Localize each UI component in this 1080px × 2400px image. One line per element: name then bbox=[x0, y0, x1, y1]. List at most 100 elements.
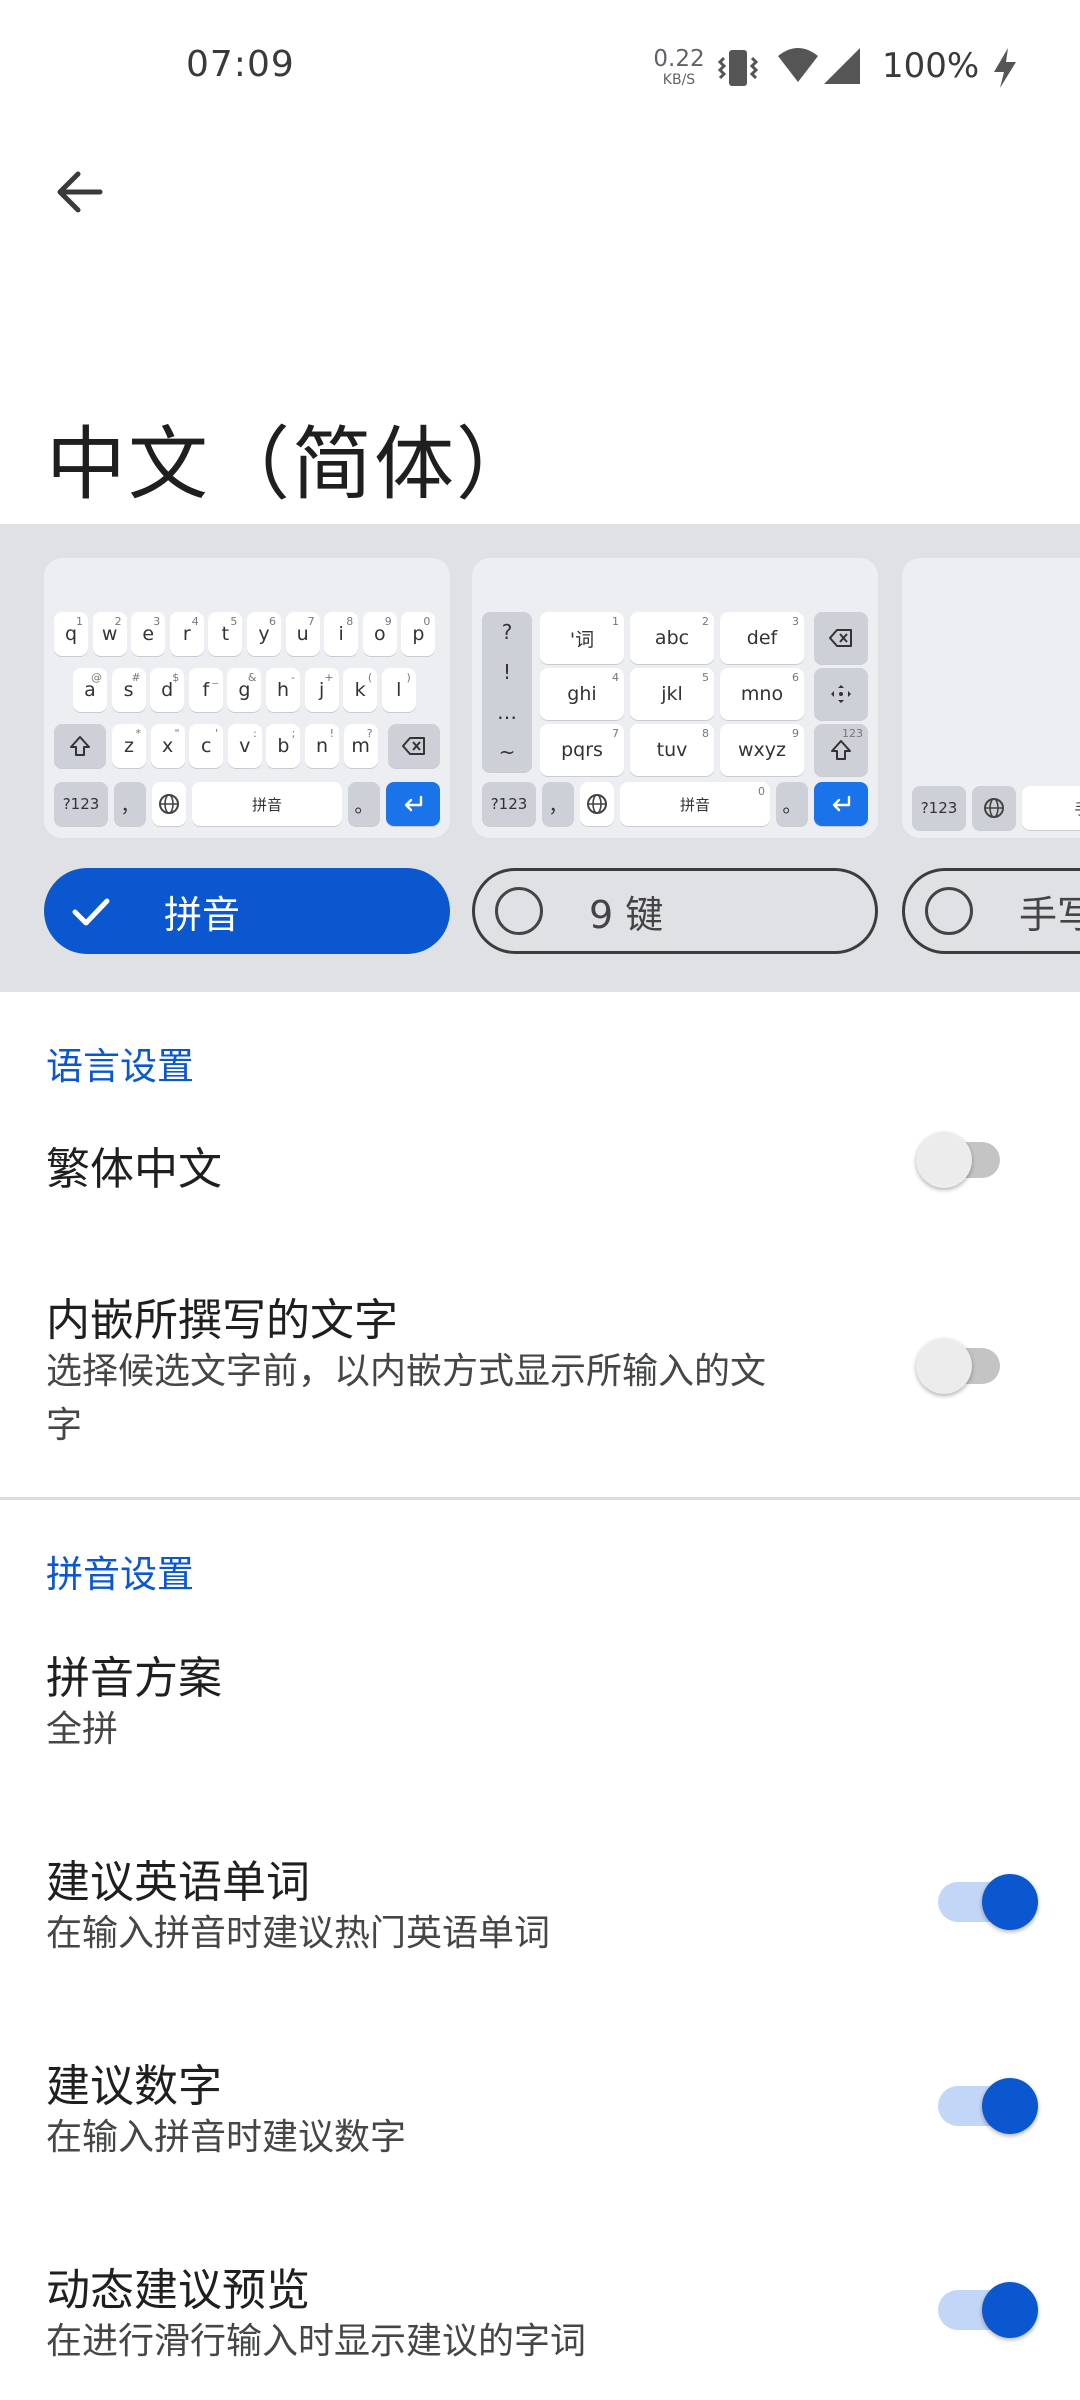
network-speed: 0.22 KB/S bbox=[652, 46, 706, 88]
nine-key-tuv-hint: 8 bbox=[702, 727, 709, 740]
nine-key-'词-hint: 1 bbox=[612, 615, 619, 628]
nine-key-tuv: tuv 8 bbox=[630, 724, 714, 776]
key-c: c ' bbox=[189, 724, 224, 768]
cellular-signal-icon bbox=[824, 48, 860, 84]
key-e: e3 bbox=[131, 612, 166, 656]
qwerty-layout-preview[interactable]: q 1 w 2 e 3 r 4 t 5 y 6 u 7 i 8 o 9 p 0 a @ s # d $ f _ g & h - j + k(l) z *… bbox=[44, 558, 450, 838]
handwriting-space-key: 手 bbox=[1022, 786, 1080, 830]
key-d: d $ bbox=[150, 668, 185, 712]
nine-key-mno-label: mno bbox=[740, 683, 784, 705]
network-speed-value: 0.22 bbox=[653, 46, 705, 72]
key-n-label: n bbox=[315, 735, 329, 757]
suggest-english-title: 建议英语单词 bbox=[46, 1857, 310, 1908]
key-v-hint: : bbox=[253, 727, 257, 740]
backspace-icon bbox=[829, 629, 852, 647]
key-h-hint: - bbox=[291, 671, 295, 684]
key-w-hint: 2 bbox=[114, 615, 122, 628]
key-g-hint: & bbox=[247, 671, 257, 684]
nine-key-layout-preview[interactable]: ?! … ~ '词 1 abc 2 def 3 ghi 4 jkl 5 mno 6 pqrs 7 tuv 8 wxyz… bbox=[472, 558, 878, 838]
period-key-label: 。 bbox=[354, 794, 374, 817]
key-f: f _ bbox=[188, 668, 223, 712]
nine-space-key-hint: 0 bbox=[758, 785, 765, 798]
key-g: g & bbox=[227, 668, 262, 712]
inline-composition-title: 内嵌所撰写的文字 bbox=[46, 1295, 398, 1346]
punctuation-item: … bbox=[497, 700, 517, 724]
punctuation-column: ?! … ~ bbox=[482, 612, 532, 772]
enter-icon bbox=[404, 795, 423, 812]
handwriting-symbols-key: ?123 bbox=[912, 786, 966, 830]
key-x: x " bbox=[150, 724, 185, 768]
key-n: n! bbox=[305, 724, 339, 768]
key-b-hint: ; bbox=[291, 727, 296, 740]
key-i-hint: 8 bbox=[346, 615, 354, 628]
key-n-hint: ! bbox=[329, 727, 334, 740]
handwriting-layout-preview[interactable]: ?123 手 bbox=[902, 558, 1080, 838]
wifi-icon bbox=[778, 48, 818, 82]
nine-shift-key: 123 bbox=[814, 724, 868, 776]
key-b: b; bbox=[266, 724, 301, 768]
period-key: 。 bbox=[348, 782, 380, 826]
gesture-preview-title: 动态建议预览 bbox=[46, 2265, 310, 2316]
key-x-label: x bbox=[161, 735, 174, 757]
globe-icon bbox=[984, 798, 1004, 818]
space-key-label: 拼音 bbox=[251, 795, 282, 814]
key-q-hint: 1 bbox=[76, 615, 83, 628]
nine-globe-key bbox=[580, 782, 614, 826]
key-j: j + bbox=[304, 668, 339, 712]
punctuation-item: ~ bbox=[498, 740, 516, 764]
nine-key-ghi: ghi 4 bbox=[540, 668, 624, 720]
back-button[interactable] bbox=[38, 152, 118, 232]
section-divider bbox=[0, 1497, 1080, 1500]
nine-key-pqrs-label: pqrs bbox=[561, 739, 603, 761]
layout-option-label: 手写 bbox=[1019, 892, 1080, 937]
nine-key-jkl-hint: 5 bbox=[702, 671, 709, 684]
key-u: u7 bbox=[285, 612, 320, 656]
key-s-hint: # bbox=[131, 671, 141, 684]
pinyin-scheme-title: 拼音方案 bbox=[46, 1653, 222, 1704]
nine-key-mno: mno 6 bbox=[720, 668, 804, 720]
symbols-key-label: ?123 bbox=[62, 795, 100, 813]
shift-icon bbox=[70, 736, 90, 756]
radio-unchecked-icon bbox=[495, 887, 543, 935]
key-m: m? bbox=[343, 724, 378, 768]
key-l: l) bbox=[381, 668, 416, 712]
nine-key-tuv-label: tuv bbox=[656, 739, 688, 761]
nine-comma-key-label: ， bbox=[548, 794, 568, 817]
key-z: z * bbox=[112, 724, 146, 768]
keyboard-layout-carousel[interactable]: q 1 w 2 e 3 r 4 t 5 y 6 u 7 i 8 o 9 p 0 a @ s # d $ f _ g & h - j + k(l) z *… bbox=[0, 524, 1080, 992]
key-s: s # bbox=[111, 668, 146, 712]
key-j-hint: + bbox=[324, 671, 334, 684]
key-q: q1 bbox=[54, 612, 88, 656]
key-p-hint: 0 bbox=[423, 615, 431, 628]
key-v: v: bbox=[227, 724, 262, 768]
backspace-icon bbox=[402, 737, 425, 755]
key-w: w2 bbox=[92, 612, 127, 656]
nine-period-key-label: 。 bbox=[782, 794, 802, 817]
key-a-hint: @ bbox=[91, 671, 102, 684]
key-u-hint: 7 bbox=[307, 615, 315, 628]
enter-key bbox=[386, 782, 440, 826]
charging-icon bbox=[994, 48, 1016, 88]
key-k: k( bbox=[343, 668, 378, 712]
layout-option-nine-key[interactable]: 9 键 bbox=[472, 868, 878, 954]
backspace-key bbox=[388, 724, 440, 768]
space-key: 拼音 bbox=[192, 782, 342, 826]
key-l-hint: ) bbox=[406, 671, 411, 684]
layout-option-pinyin[interactable]: 拼音 bbox=[44, 868, 450, 954]
nine-cursor-key bbox=[814, 668, 868, 720]
gesture-preview-subtitle: 在进行滑行输入时显示建议的字词 bbox=[46, 2321, 587, 2362]
nine-key-abc-label: abc bbox=[654, 627, 690, 649]
nine-comma-key: ， bbox=[542, 782, 574, 826]
handwriting-globe-key bbox=[972, 786, 1016, 830]
battery-percentage: 100% bbox=[882, 46, 980, 86]
suggest-numbers-subtitle: 在输入拼音时建议数字 bbox=[46, 2117, 407, 2158]
pinyin-settings-header: 拼音设置 bbox=[46, 1553, 194, 1596]
nine-key-wxyz-label: wxyz bbox=[737, 739, 786, 761]
status-time: 07:09 bbox=[186, 44, 295, 85]
nine-key-abc-hint: 2 bbox=[702, 615, 709, 628]
key-a: a @ bbox=[73, 668, 107, 712]
key-h: h- bbox=[266, 668, 300, 712]
nine-key-wxyz: wxyz 9 bbox=[720, 724, 804, 776]
key-d-hint: $ bbox=[172, 671, 180, 684]
layout-option-handwriting[interactable]: 手写 bbox=[902, 868, 1080, 954]
